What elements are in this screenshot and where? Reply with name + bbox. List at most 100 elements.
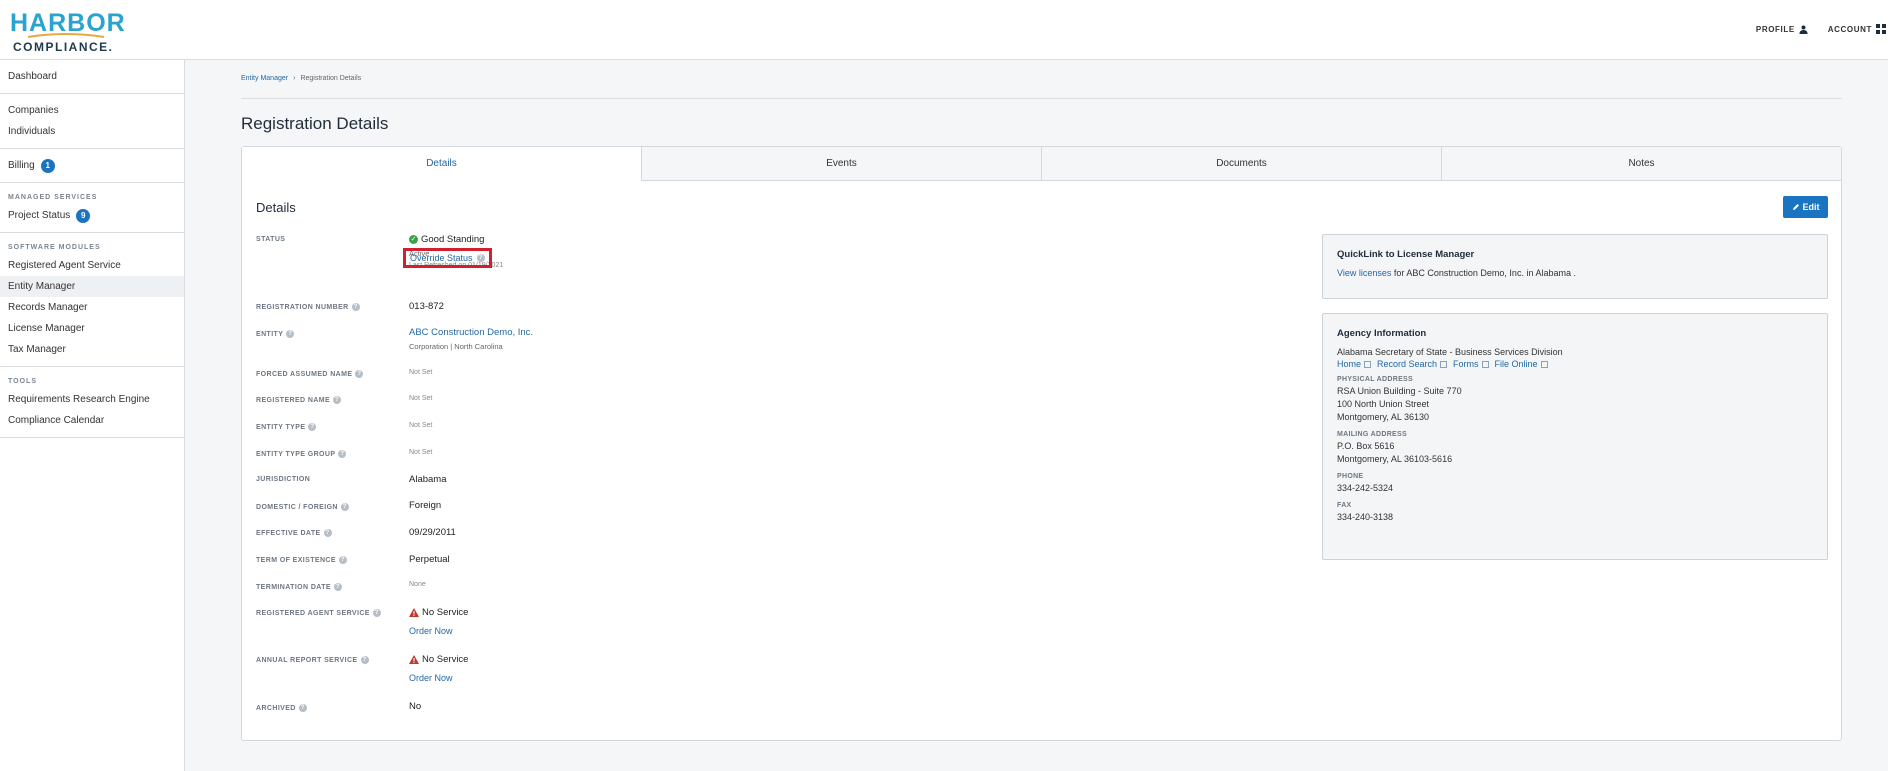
entity-type-label: ENTITY TYPE? — [256, 423, 317, 431]
agency-forms-link[interactable]: Forms — [1453, 359, 1489, 369]
sidebar-item-compliance-calendar[interactable]: Compliance Calendar — [0, 410, 184, 431]
termination-date-label: TERMINATION DATE? — [256, 583, 342, 591]
fax-label: FAX — [1337, 502, 1352, 509]
help-icon[interactable]: ? — [476, 254, 485, 262]
archived-label: ARCHIVED? — [256, 704, 307, 712]
sidebar-group-software-modules: SOFTWARE MODULES Registered Agent Servic… — [0, 233, 184, 367]
sidebar-item-dashboard[interactable]: Dashboard — [0, 66, 184, 87]
override-status-highlight: Override Status ? — [403, 248, 492, 268]
sidebar-label-managed-services: MANAGED SERVICES — [8, 194, 98, 201]
page-title: Registration Details — [241, 114, 389, 133]
breadcrumb-current: Registration Details — [300, 75, 362, 82]
help-icon[interactable]: ? — [333, 583, 342, 591]
agency-home-link[interactable]: Home — [1337, 359, 1372, 369]
sidebar-item-companies[interactable]: Companies — [0, 100, 184, 121]
account-menu[interactable]: ACCOUNT — [1828, 24, 1886, 34]
quicklink-box: QuickLink to License Manager View licens… — [1322, 234, 1828, 299]
tab-notes[interactable]: Notes — [1441, 147, 1841, 180]
edit-button[interactable]: Edit — [1783, 196, 1828, 218]
forced-assumed-name-label: FORCED ASSUMED NAME? — [256, 370, 364, 378]
project-status-badge: 9 — [76, 208, 91, 223]
sidebar-group-billing: Billing 1 — [0, 149, 184, 183]
sidebar-item-project-status[interactable]: Project Status 9 — [0, 205, 184, 226]
tab-bar: Details Events Documents Notes — [242, 147, 1841, 181]
term-of-existence-label: TERM OF EXISTENCE? — [256, 556, 347, 564]
physical-address-line-2: 100 North Union Street — [1337, 399, 1430, 409]
agency-file-online-link[interactable]: File Online — [1495, 359, 1548, 369]
agency-record-search-link[interactable]: Record Search — [1377, 359, 1448, 369]
registration-number-label: REGISTRATION NUMBER? — [256, 303, 360, 311]
help-icon[interactable]: ? — [338, 556, 347, 564]
pencil-icon — [1792, 204, 1799, 210]
entity-type-group-label: ENTITY TYPE GROUP? — [256, 450, 347, 458]
sidebar-item-requirements-research-engine[interactable]: Requirements Research Engine — [0, 389, 184, 410]
help-icon[interactable]: ? — [333, 396, 342, 404]
top-bar: HARBOR COMPLIANCE. PROFILE ACCOUNT — [0, 0, 1888, 60]
view-licenses-link[interactable]: View licenses — [1337, 268, 1391, 278]
sidebar: Dashboard Companies Individuals Billing 1… — [0, 60, 185, 771]
annual-report-service-label: ANNUAL REPORT SERVICE? — [256, 656, 369, 664]
help-icon[interactable]: ? — [286, 330, 295, 338]
jurisdiction-value: Alabama — [409, 474, 447, 485]
external-link-icon — [1540, 361, 1548, 369]
external-link-icon — [1364, 361, 1372, 369]
termination-date-value: None — [409, 581, 426, 588]
help-icon[interactable]: ? — [355, 370, 364, 378]
agency-information-box: Agency Information Alabama Secretary of … — [1322, 313, 1828, 560]
registered-name-value: Not Set — [409, 395, 433, 402]
help-icon[interactable]: ? — [338, 450, 347, 458]
tab-details[interactable]: Details — [242, 147, 641, 181]
help-icon[interactable]: ? — [340, 503, 349, 511]
annual-report-order-now-link[interactable]: Order Now — [409, 673, 453, 683]
external-link-icon — [1440, 361, 1448, 369]
mailing-address-line-2: Montgomery, AL 36103-5616 — [1337, 454, 1453, 464]
sidebar-group-tools: TOOLS Requirements Research Engine Compl… — [0, 367, 184, 438]
breadcrumb-separator: › — [293, 75, 296, 82]
help-icon[interactable]: ? — [351, 303, 360, 311]
sidebar-item-billing[interactable]: Billing 1 — [0, 155, 184, 176]
status-label: STATUS — [256, 236, 286, 243]
registered-agent-service-value: No Service — [409, 607, 468, 618]
profile-menu[interactable]: PROFILE — [1756, 24, 1808, 34]
help-icon[interactable]: ? — [323, 529, 332, 537]
physical-address-label: PHYSICAL ADDRESS — [1337, 376, 1413, 383]
status-value: ✓ Good Standing — [409, 234, 485, 245]
entity-type-group-value: Not Set — [409, 449, 433, 456]
agency-title: Agency Information — [1337, 328, 1427, 339]
help-icon[interactable]: ? — [298, 704, 307, 712]
logo-swoosh-icon — [28, 33, 104, 38]
entity-link[interactable]: ABC Construction Demo, Inc. — [409, 327, 533, 338]
sidebar-item-registered-agent-service[interactable]: Registered Agent Service — [0, 255, 184, 276]
sidebar-label-software-modules: SOFTWARE MODULES — [8, 244, 101, 251]
mailing-address-line-1: P.O. Box 5616 — [1337, 441, 1395, 451]
registered-agent-order-now-link[interactable]: Order Now — [409, 626, 453, 636]
help-icon[interactable]: ? — [308, 423, 317, 431]
sidebar-item-tax-manager[interactable]: Tax Manager — [0, 339, 184, 360]
sidebar-item-license-manager[interactable]: License Manager — [0, 318, 184, 339]
tab-documents[interactable]: Documents — [1041, 147, 1441, 180]
sidebar-item-individuals[interactable]: Individuals — [0, 121, 184, 142]
quicklink-text: View licenses for ABC Construction Demo,… — [1337, 268, 1576, 278]
agency-links: Home Record Search Forms File Online — [1337, 359, 1813, 369]
override-status-link[interactable]: Override Status — [410, 253, 473, 263]
domestic-foreign-label: DOMESTIC / FOREIGN? — [256, 503, 349, 511]
details-section-title: Details — [256, 200, 296, 215]
help-icon[interactable]: ? — [360, 656, 369, 664]
sidebar-group-dashboard: Dashboard — [0, 60, 184, 94]
billing-badge: 1 — [40, 158, 55, 173]
top-nav: PROFILE ACCOUNT — [1756, 24, 1888, 34]
fax-value: 334-240-3138 — [1337, 512, 1394, 522]
breadcrumb-entity-manager[interactable]: Entity Manager — [241, 75, 288, 82]
help-icon[interactable]: ? — [372, 609, 381, 617]
breadcrumb-divider — [241, 98, 1842, 99]
harbor-compliance-logo[interactable]: HARBOR COMPLIANCE. — [10, 11, 126, 55]
sidebar-item-entity-manager[interactable]: Entity Manager — [0, 276, 184, 297]
quicklink-title: QuickLink to License Manager — [1337, 249, 1475, 260]
agency-name: Alabama Secretary of State - Business Se… — [1337, 347, 1563, 357]
sidebar-item-records-manager[interactable]: Records Manager — [0, 297, 184, 318]
breadcrumb: Entity Manager › Registration Details — [241, 75, 361, 82]
tab-events[interactable]: Events — [641, 147, 1041, 180]
physical-address-line-3: Montgomery, AL 36130 — [1337, 412, 1430, 422]
entity-label: ENTITY? — [256, 330, 295, 338]
warning-icon — [409, 654, 419, 664]
